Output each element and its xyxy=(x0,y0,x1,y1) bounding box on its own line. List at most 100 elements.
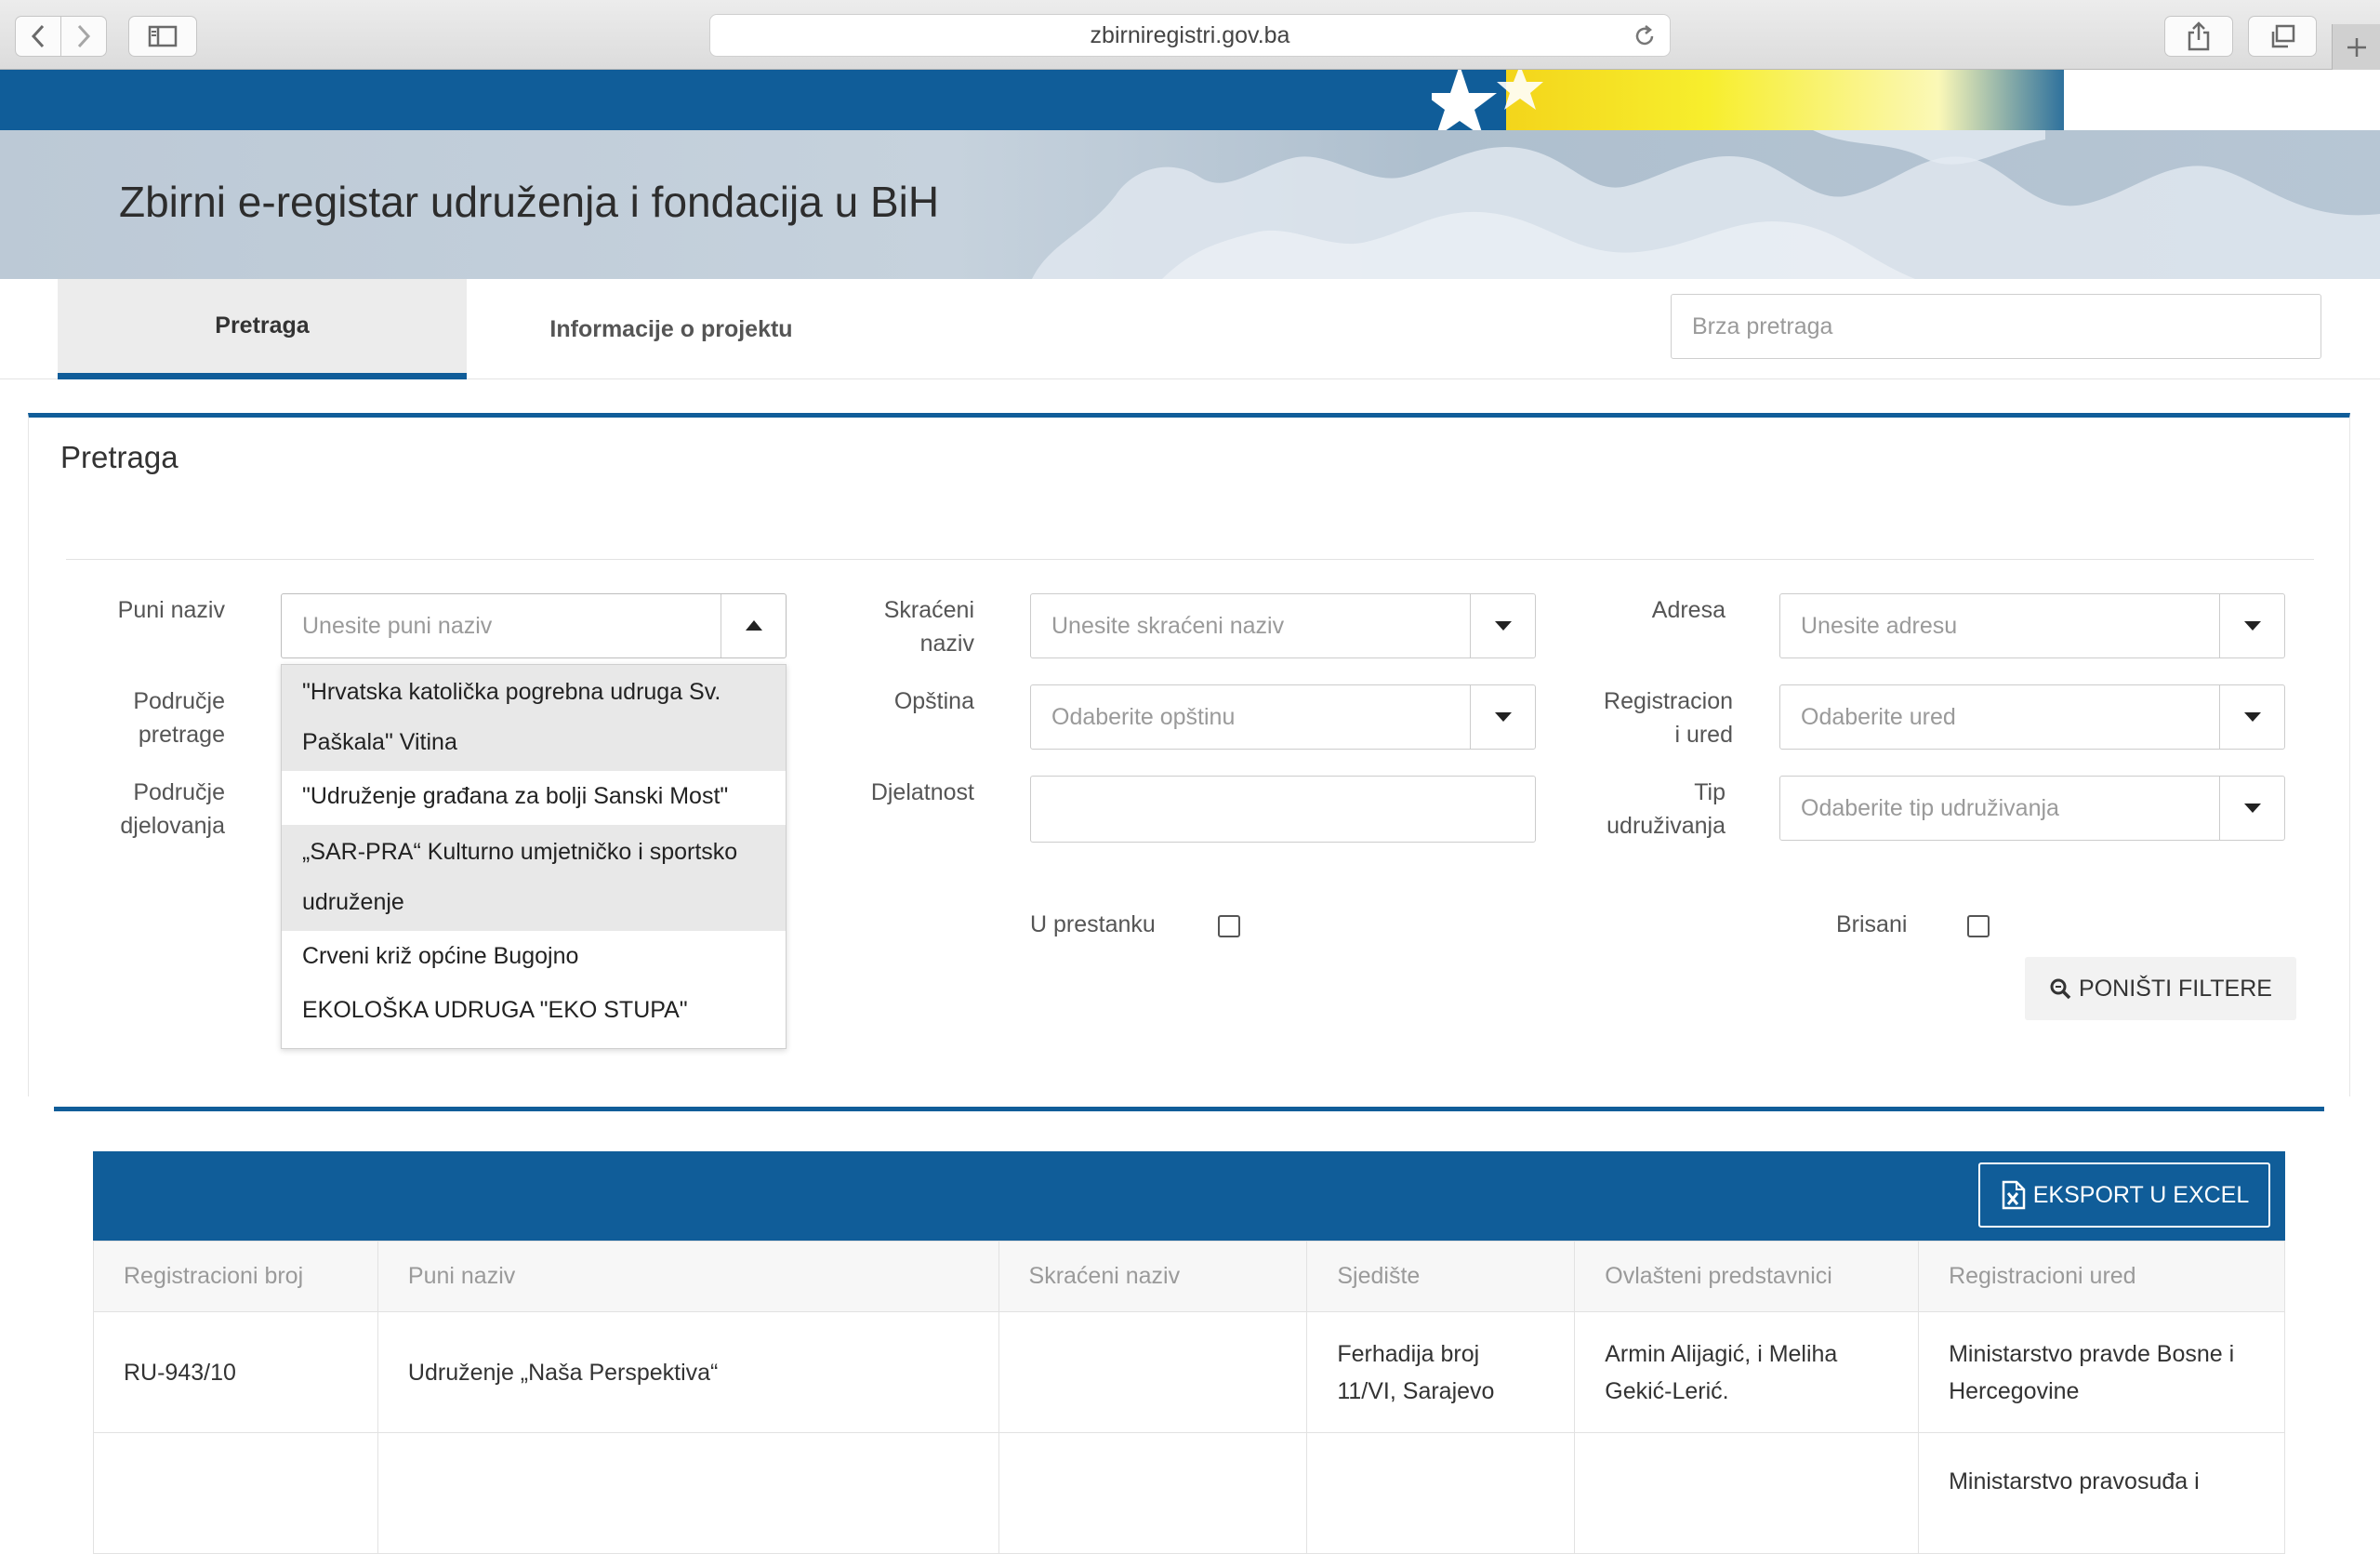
skraceni-naziv-placeholder: Unesite skraćeni naziv xyxy=(1051,613,1285,639)
adresa-label: Adresa xyxy=(1651,597,1726,623)
caret-up-icon[interactable] xyxy=(721,594,786,657)
dropdown-option[interactable]: EKOLOŠKA UDRUGA "EKO STUPA" xyxy=(282,985,786,1039)
search-panel-title: Pretraga xyxy=(60,440,178,474)
chevron-left-icon xyxy=(31,24,45,48)
cell-registracioni-ured: Ministarstvo pravosuđa i xyxy=(1918,1432,2285,1554)
chevron-right-icon xyxy=(77,24,91,48)
tip-udruzivanja-select[interactable]: Odaberite tip udruživanja xyxy=(1779,776,2285,841)
puni-naziv-select[interactable]: Unesite puni naziv xyxy=(281,593,787,658)
flag-white-area xyxy=(2064,70,2380,130)
export-excel-label: EKSPORT U EXCEL xyxy=(2032,1181,2250,1208)
djelatnost-label: Djelatnost xyxy=(870,779,974,805)
opstina-label: Opština xyxy=(893,688,974,714)
dropdown-option[interactable]: Crveni križ općine Bugojno xyxy=(282,931,786,985)
registracioni-ured-select[interactable]: Odaberite ured xyxy=(1779,684,2285,750)
main-nav: Pretraga Informacije o projektu xyxy=(0,279,2380,379)
caret-down-icon[interactable] xyxy=(1470,594,1535,657)
tab-pretraga[interactable]: Pretraga xyxy=(58,279,467,379)
cell-line: Ferhadija broj xyxy=(1337,1340,1480,1367)
skraceni-naziv-select[interactable]: Unesite skraćeni naziv xyxy=(1030,593,1536,658)
cell-puni-naziv xyxy=(377,1432,999,1554)
column-header-skraceni-naziv[interactable]: Skraćeni naziv xyxy=(998,1241,1308,1312)
dropdown-option[interactable]: "Hrvatska katolička pogrebna udruga Sv. … xyxy=(282,665,786,771)
puni-naziv-label: Puni naziv xyxy=(117,597,225,623)
column-header-sjediste[interactable]: Sjedište xyxy=(1306,1241,1576,1312)
cell-puni-naziv: Udruženje „Naša Perspektiva“ xyxy=(377,1311,999,1433)
u-prestanku-label: U prestanku xyxy=(1030,911,1156,937)
djelatnost-input[interactable] xyxy=(1030,776,1536,843)
sidebar-toggle-button[interactable] xyxy=(128,16,197,57)
option-line: Paškala" Vitina xyxy=(302,729,457,755)
cell-line: Armin Alijagić, i Meliha xyxy=(1605,1340,1838,1367)
caret-down-icon[interactable] xyxy=(2219,594,2284,657)
share-button[interactable] xyxy=(2164,16,2233,57)
cell-skraceni-naziv xyxy=(998,1432,1308,1554)
address-bar[interactable]: zbirniregistri.gov.ba xyxy=(709,14,1671,57)
cell-sjediste: Ferhadija broj 11/VI, Sarajevo xyxy=(1306,1311,1576,1433)
tip-udruzivanja-label: Tip udruživanja xyxy=(1562,776,1726,843)
option-line: Crveni križ općine Bugojno xyxy=(302,943,579,969)
cell-sjediste xyxy=(1306,1432,1576,1554)
site-title: Zbirni e-registar udruženja i fondacija … xyxy=(119,178,940,226)
label-line: Skraćeni xyxy=(883,597,974,623)
caret-down-icon[interactable] xyxy=(2219,685,2284,749)
caret-down-icon[interactable] xyxy=(1470,685,1535,749)
reset-filters-button[interactable]: PONIŠTI FILTERE xyxy=(2025,957,2296,1020)
forward-button[interactable] xyxy=(60,16,107,57)
new-tab-button[interactable] xyxy=(2332,24,2380,70)
column-header-registracioni-broj[interactable]: Registracioni broj xyxy=(93,1241,378,1312)
cell-registracioni-broj: RU-943/10 xyxy=(93,1311,378,1433)
dropdown-option[interactable]: „SAR-PRA“ Kulturno umjetničko i sportsko… xyxy=(282,825,786,931)
skraceni-naziv-label: Skraćeni naziv xyxy=(818,593,974,660)
tabs-icon xyxy=(2271,24,2295,48)
divider xyxy=(66,559,2314,560)
opstina-select[interactable]: Odaberite opštinu xyxy=(1030,684,1536,750)
podrucje-pretrage-label: Područje pretrage xyxy=(74,684,225,751)
cell-line: Gekić-Lerić. xyxy=(1605,1377,1729,1404)
back-button[interactable] xyxy=(15,16,61,57)
reload-icon[interactable] xyxy=(1633,24,1657,55)
adresa-placeholder: Unesite adresu xyxy=(1801,613,1958,639)
tab-informacije-o-projektu[interactable]: Informacije o projektu xyxy=(467,279,876,379)
dropdown-option[interactable]: "Udruženje građana za bolji Sanski Most" xyxy=(282,771,786,825)
column-header-registracioni-ured[interactable]: Registracioni ured xyxy=(1918,1241,2285,1312)
search-icon xyxy=(2050,978,2071,1000)
table-header-row: Registracioni broj Puni naziv Skraćeni n… xyxy=(93,1241,2285,1312)
label-line: Područje xyxy=(133,779,225,805)
label-line: Područje xyxy=(133,688,225,714)
results-table: Registracioni broj Puni naziv Skraćeni n… xyxy=(93,1241,2285,1554)
label-line: pretrage xyxy=(138,722,225,748)
brisani-checkbox[interactable] xyxy=(1967,915,1990,937)
puni-naziv-dropdown: "Hrvatska katolička pogrebna udruga Sv. … xyxy=(281,664,787,1049)
label-line: djelovanja xyxy=(120,813,225,839)
cell-ovlasteni-predstavnici: Armin Alijagić, i Meliha Gekić-Lerić. xyxy=(1574,1311,1920,1433)
table-row[interactable]: Ministarstvo pravosuđa i xyxy=(93,1432,2285,1554)
adresa-select[interactable]: Unesite adresu xyxy=(1779,593,2285,658)
plus-icon xyxy=(2347,37,2366,57)
table-row[interactable]: RU-943/10 Udruženje „Naša Perspektiva“ F… xyxy=(93,1311,2285,1433)
cell-ovlasteni-predstavnici xyxy=(1574,1432,1920,1554)
label-line: i ured xyxy=(1674,722,1733,748)
cell-skraceni-naziv xyxy=(998,1311,1308,1433)
results-toolbar xyxy=(93,1151,2285,1241)
world-map-graphic xyxy=(1032,130,2380,279)
label-line: naziv xyxy=(919,631,974,657)
cell-line: Ministarstvo pravde Bosne i xyxy=(1949,1340,2235,1367)
column-header-ovlasteni-predstavnici[interactable]: Ovlašteni predstavnici xyxy=(1574,1241,1920,1312)
column-header-puni-naziv[interactable]: Puni naziv xyxy=(377,1241,999,1312)
podrucje-djelovanja-label: Područje djelovanja xyxy=(74,776,225,843)
export-excel-button[interactable]: EKSPORT U EXCEL xyxy=(1978,1162,2270,1228)
label-line: Registracion xyxy=(1604,688,1733,714)
option-line: "Udruženje građana za bolji Sanski Most" xyxy=(302,783,729,809)
caret-down-icon[interactable] xyxy=(2219,777,2284,840)
option-line: "Hrvatska katolička pogrebna udruga Sv. xyxy=(302,679,721,705)
url-text: zbirniregistri.gov.ba xyxy=(1090,21,1290,48)
u-prestanku-checkbox[interactable] xyxy=(1218,915,1240,937)
cell-registracioni-broj xyxy=(93,1432,378,1554)
label-line: udruživanja xyxy=(1606,813,1726,839)
star-icon xyxy=(1432,70,1543,130)
quick-search-input[interactable] xyxy=(1671,294,2321,359)
share-icon xyxy=(2188,21,2210,51)
tabs-overview-button[interactable] xyxy=(2248,16,2317,57)
option-line: EKOLOŠKA UDRUGA "EKO STUPA" xyxy=(302,997,688,1023)
